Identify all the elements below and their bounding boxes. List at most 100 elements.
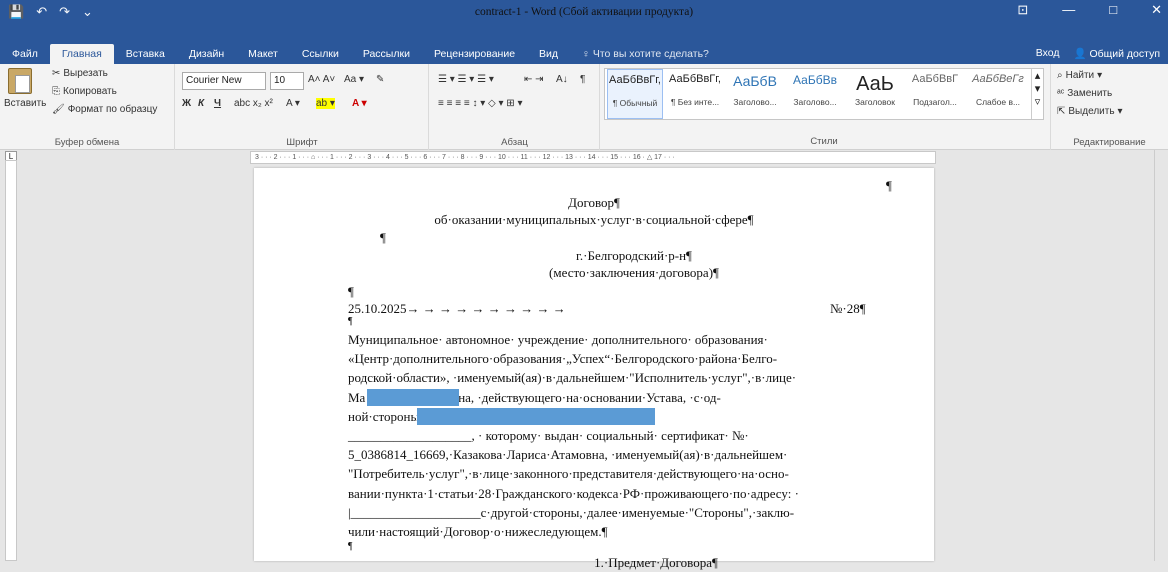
format-painter-label: Формат по образцу (67, 104, 158, 115)
ribbon-display-button[interactable]: ⊡ (1017, 2, 1028, 18)
tab-home[interactable]: Главная (49, 44, 114, 64)
style-sample: АаЬ (856, 73, 894, 95)
scissors-icon: ✂ (52, 68, 61, 79)
replace-icon: ᵃᶜ (1057, 88, 1065, 99)
bold-button[interactable]: Ж (182, 98, 191, 109)
style-normal[interactable]: АаБбВвГг, ¶ Обычный (607, 69, 663, 119)
body-line: «Центр·дополнительного·образования·„Успе… (348, 351, 778, 367)
highlight-icon[interactable]: ab ▾ (316, 98, 335, 109)
font-size-select[interactable]: 10 (270, 72, 304, 90)
cut-label: Вырезать (63, 68, 108, 79)
body-line: "Потребитель·услуг",·в·лице·законного·пр… (348, 466, 789, 482)
text-effects-button[interactable]: A ▾ (286, 98, 300, 109)
search-icon: ⌕ (1057, 70, 1063, 81)
body-line: вании·пункта·1·статьи·28·Гражданского·ко… (348, 485, 799, 501)
paragraph-group: ☰ ▾ ☰ ▾ ☰ ▾ ⇤ ⇥ A↓ ¶ ≡ ≡ ≡ ≡ ↕ ▾ ◇ ▾ ⊞ ▾… (430, 64, 600, 150)
doc-title: Договор¶ (568, 195, 620, 210)
tab-mailings[interactable]: Рассылки (351, 48, 422, 64)
style-name: ¶ Без инте... (670, 97, 720, 107)
body-line: ¶ (348, 541, 353, 553)
change-case-button[interactable]: Aa ▾ (344, 74, 364, 85)
horizontal-ruler[interactable]: 3 · · · 2 · · · 1 · · · ⌂ · · · 1 · · · … (250, 151, 936, 164)
style-subtle-emphasis[interactable]: АаБбВеГг Слабое в... (967, 69, 1029, 119)
styles-more-button[interactable]: ▴ ▾ ▿ (1031, 69, 1043, 119)
paragraph-group-label: Абзац (501, 137, 528, 148)
brush-icon: 🖌 (52, 104, 65, 115)
italic-button[interactable]: К (198, 98, 204, 109)
style-sample: АаБбВв (793, 73, 837, 87)
title-bar: 💾 ↶ ↷ ⌄ contract-1 - Word (Сбой активаци… (0, 0, 1168, 42)
tab-design[interactable]: Дизайн (177, 48, 236, 64)
style-sample: АаБбВвГ (911, 73, 959, 85)
style-sample: АаБбВвГг, (669, 73, 721, 85)
empty-paragraph: ¶ (348, 316, 353, 327)
font-name-select[interactable]: Courier New (182, 72, 266, 90)
paste-icon[interactable] (8, 68, 32, 94)
redaction-box (417, 408, 655, 425)
style-sample: АаБбВеГг (972, 73, 1024, 85)
style-sample: АаБбВвГг, (609, 74, 661, 86)
cut-button[interactable]: ✂ Вырезать (52, 68, 108, 79)
copy-button[interactable]: ⎘ Копировать (52, 86, 117, 97)
font-color-icon[interactable]: A ▾ (352, 98, 367, 109)
body-line: 5_0386814_16669,·Казакова·Лариса·Атамовн… (348, 447, 788, 463)
style-name: Слабое в... (975, 97, 1021, 107)
tell-me-search[interactable]: ♀ Что вы хотите сделать? (570, 48, 721, 64)
underline-button[interactable]: Ч (214, 98, 221, 109)
copy-icon: ⎘ (52, 86, 60, 97)
doc-number: №·28¶ (830, 301, 866, 316)
replace-label: Заменить (1067, 88, 1113, 99)
signin-link[interactable]: Вход (1036, 47, 1060, 60)
body-line: |____________________с·другой·стороны,·д… (348, 504, 795, 520)
section-heading: 1.·Предмет·Договора¶ (594, 555, 718, 571)
window-title: contract-1 - Word (Сбой активации продук… (474, 6, 694, 18)
body-line: чили·настоящий·Договор·о·нижеследующем.¶ (348, 524, 608, 540)
share-button[interactable]: 👤 Общий доступ (1073, 47, 1160, 60)
tab-references[interactable]: Ссылки (290, 48, 351, 64)
copy-label: Копировать (63, 86, 117, 97)
clear-format-icon[interactable]: ✎ (376, 74, 384, 85)
doc-subtitle: об·оказании·муниципальных·услуг·в·социал… (434, 212, 754, 227)
tab-view[interactable]: Вид (527, 48, 570, 64)
empty-paragraph: ¶ (348, 284, 354, 299)
clipboard-group: Вставить ✂ Вырезать ⎘ Копировать 🖌 Формат п… (0, 64, 175, 150)
redaction-box (367, 389, 459, 406)
format-painter-button[interactable]: 🖌 Формат по образцу (52, 104, 157, 115)
body-line: родской·области», ·именуемый(ая)·в·дальн… (348, 370, 797, 386)
tab-insert[interactable]: Вставка (114, 48, 177, 64)
align-icons[interactable]: ≡ ≡ ≡ ≡ ↕ ▾ ◇ ▾ ⊞ ▾ (438, 98, 522, 109)
vertical-scrollbar[interactable] (1154, 150, 1168, 561)
select-button[interactable]: ⇱ Выделить ▾ (1057, 106, 1123, 117)
style-name: ¶ Обычный (612, 98, 658, 108)
sort-icon[interactable]: A↓ (556, 74, 568, 85)
pilcrow-icon[interactable]: ¶ (580, 74, 585, 85)
tab-file[interactable]: Файл (0, 48, 50, 64)
bullets-icon[interactable]: ☰ ▾ ☰ ▾ ☰ ▾ (438, 74, 494, 85)
styles-gallery: АаБбВвГг, ¶ Обычный АаБбВвГг, ¶ Без инте..… (604, 68, 1044, 120)
style-heading1[interactable]: АаБбВ Заголово... (727, 69, 783, 119)
style-heading2[interactable]: АаБбВв Заголово... (787, 69, 843, 119)
tab-review[interactable]: Рецензирование (422, 48, 527, 64)
grow-font-button[interactable]: A˄ A˅ (308, 74, 335, 85)
paste-button[interactable]: Вставить (4, 98, 46, 109)
style-no-spacing[interactable]: АаБбВвГг, ¶ Без инте... (667, 69, 723, 119)
document-page[interactable]: ¶ Договор¶ об·оказании·муниципальных·усл… (254, 168, 934, 570)
style-subtitle[interactable]: АаБбВвГ Подзагол... (907, 69, 963, 119)
pilcrow: ¶ (886, 178, 892, 193)
minimize-button[interactable]: — (1062, 2, 1075, 18)
indent-icon[interactable]: ⇤ ⇥ (524, 74, 544, 85)
doc-body: Муниципальное· автономное· учреждение· д… (348, 330, 884, 572)
maximize-button[interactable]: □ (1109, 2, 1117, 18)
tab-layout[interactable]: Макет (236, 48, 290, 64)
style-name: Заголовок (855, 97, 895, 107)
person-icon: 👤 (1073, 48, 1087, 60)
strikethrough-button[interactable]: abc x₂ x² (234, 98, 273, 109)
close-button[interactable]: ✕ (1151, 2, 1162, 18)
style-title[interactable]: АаЬ Заголовок (847, 69, 903, 119)
empty-paragraph: ¶ (380, 230, 386, 245)
style-name: Заголово... (733, 97, 777, 107)
doc-place: г.·Белгородский·р-н¶ (576, 248, 692, 263)
replace-button[interactable]: ᵃᶜ Заменить (1057, 88, 1112, 99)
find-button[interactable]: ⌕ Найти ▾ (1057, 70, 1102, 81)
vertical-ruler[interactable] (5, 160, 17, 561)
